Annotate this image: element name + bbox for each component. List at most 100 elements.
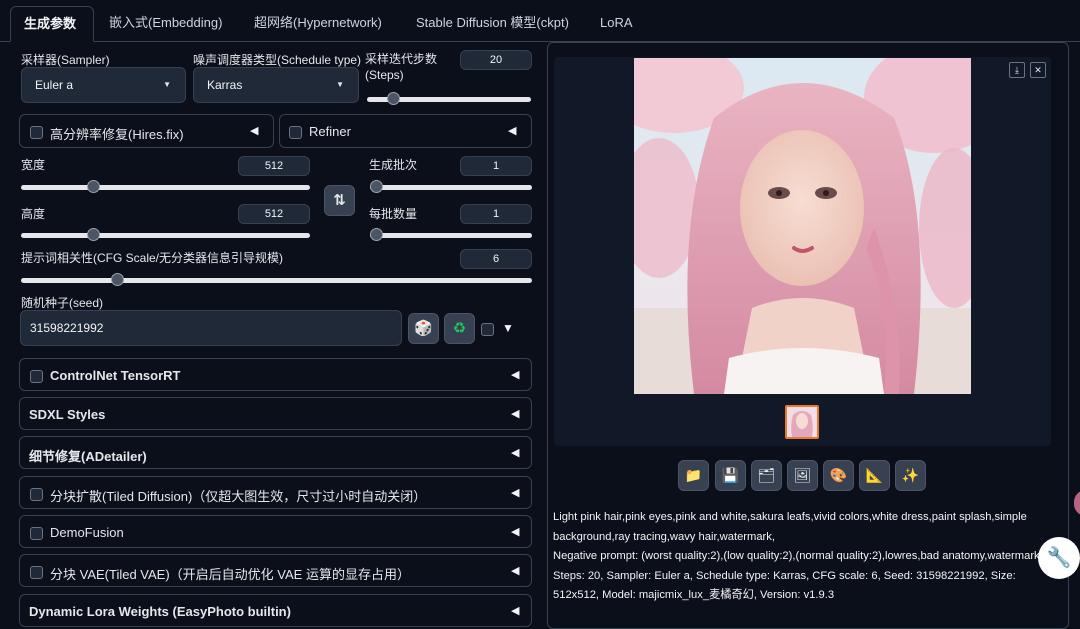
accordion-checkbox[interactable] bbox=[30, 370, 43, 383]
close-icon[interactable]: ✕ bbox=[1030, 62, 1046, 78]
batch-size-label: 每批数量 bbox=[369, 207, 418, 221]
save-icon: 💾 bbox=[721, 467, 740, 483]
accordion-demofusion[interactable]: DemoFusion ◀ bbox=[19, 515, 532, 548]
height-slider[interactable] bbox=[21, 228, 310, 242]
gallery: ⤓ ✕ bbox=[554, 57, 1051, 446]
tab-bar: 生成参数 嵌入式(Embedding) 超网络(Hypernetwork) St… bbox=[0, 0, 1080, 42]
refiner-label: Refiner bbox=[309, 124, 351, 139]
save-button[interactable]: 💾 bbox=[715, 460, 746, 491]
side-handle[interactable] bbox=[1074, 490, 1080, 516]
batch-count-label: 生成批次 bbox=[369, 158, 418, 172]
thumbnail-image bbox=[787, 407, 817, 437]
hires-fix-accordion[interactable]: 高分辨率修复(Hires.fix) ◀ bbox=[19, 114, 274, 148]
slider-thumb[interactable] bbox=[87, 228, 101, 241]
accordion-tiled-diffusion[interactable]: 分块扩散(Tiled Diffusion)（仅超大图生效，尺寸过小时自动关闭） … bbox=[19, 476, 532, 509]
slider-track bbox=[21, 185, 310, 190]
seed-label: 随机种子(seed) bbox=[21, 296, 104, 310]
accordion-sdxl-styles[interactable]: SDXL Styles ◀ bbox=[19, 397, 532, 430]
upscale-button[interactable]: ✨ bbox=[895, 460, 926, 491]
slider-thumb[interactable] bbox=[87, 180, 101, 193]
settings-fab[interactable]: 🔧 bbox=[1038, 537, 1080, 579]
width-slider[interactable] bbox=[21, 180, 310, 194]
extra-seed-checkbox[interactable] bbox=[481, 323, 494, 336]
image-icon: 🖼 bbox=[793, 467, 812, 483]
accordion-label: DemoFusion bbox=[50, 525, 124, 540]
tab-hypernetwork[interactable]: 超网络(Hypernetwork) bbox=[254, 6, 382, 42]
generation-info: Light pink hair,pink eyes,pink and white… bbox=[553, 508, 1053, 606]
tab-generation-params[interactable]: 生成参数 bbox=[10, 6, 94, 42]
accordion-tiled-vae[interactable]: 分块 VAE(Tiled VAE)（开启后自动优化 VAE 运算的显存占用） ◀ bbox=[19, 554, 532, 587]
height-input[interactable]: 512 bbox=[238, 204, 310, 224]
schedule-select[interactable]: Karras ▼ bbox=[193, 67, 359, 103]
zip-button[interactable]: 🗂 bbox=[751, 460, 782, 491]
wrench-icon: 🔧 bbox=[1046, 547, 1072, 569]
refiner-checkbox[interactable] bbox=[289, 126, 302, 139]
slider-thumb[interactable] bbox=[370, 180, 383, 193]
batch-size-input[interactable]: 1 bbox=[460, 204, 532, 224]
accordion-checkbox[interactable] bbox=[30, 527, 43, 540]
tab-lora[interactable]: LoRA bbox=[600, 6, 633, 42]
sampler-select[interactable]: Euler a ▼ bbox=[21, 67, 186, 103]
sampler-value: Euler a bbox=[35, 78, 74, 92]
slider-thumb[interactable] bbox=[386, 92, 400, 105]
slider-thumb[interactable] bbox=[370, 228, 383, 241]
dice-icon: 🎲 bbox=[414, 320, 433, 337]
slider-track bbox=[370, 233, 532, 238]
accordion-checkbox[interactable] bbox=[30, 566, 43, 579]
tab-embedding[interactable]: 嵌入式(Embedding) bbox=[109, 6, 222, 42]
steps-input[interactable]: 20 bbox=[460, 50, 532, 70]
swap-dimensions-button[interactable]: ⇅ bbox=[324, 185, 355, 216]
ruler-icon: 📐 bbox=[865, 467, 884, 483]
reuse-seed-button[interactable]: ♻ bbox=[444, 313, 475, 344]
send-to-inpaint-button[interactable]: 🎨 bbox=[823, 460, 854, 491]
cfg-slider[interactable] bbox=[21, 273, 532, 287]
accordion-label: Dynamic Lora Weights (EasyPhoto builtin) bbox=[29, 604, 291, 619]
refiner-accordion[interactable]: Refiner ◀ bbox=[279, 114, 532, 148]
collapse-icon: ◀ bbox=[511, 408, 520, 420]
download-icon[interactable]: ⤓ bbox=[1009, 62, 1025, 78]
steps-slider[interactable] bbox=[367, 92, 531, 106]
sampler-label: 采样器(Sampler) bbox=[21, 53, 110, 67]
accordion-label: 分块 VAE(Tiled VAE)（开启后自动优化 VAE 运算的显存占用） bbox=[50, 567, 410, 582]
open-folder-button[interactable]: 📁 bbox=[678, 460, 709, 491]
palette-icon: 🎨 bbox=[829, 467, 848, 483]
accordion-checkbox[interactable] bbox=[30, 488, 43, 501]
batch-count-slider[interactable] bbox=[370, 180, 532, 194]
output-panel: ⤓ ✕ 📁 💾 🗂 🖼 🎨 📐 ✨ Light pink hair,pink e… bbox=[547, 42, 1069, 629]
hires-fix-checkbox[interactable] bbox=[30, 126, 43, 139]
random-seed-button[interactable]: 🎲 bbox=[408, 313, 439, 344]
send-to-extras-button[interactable]: 📐 bbox=[859, 460, 890, 491]
batch-size-slider[interactable] bbox=[370, 228, 532, 242]
accordion-adetailer[interactable]: 细节修复(ADetailer) ◀ bbox=[19, 436, 532, 469]
generated-image[interactable] bbox=[634, 58, 971, 394]
steps-label: 采样迭代步数 bbox=[365, 52, 438, 66]
slider-track bbox=[370, 185, 532, 190]
accordion-controlnet-tensorrt[interactable]: ControlNet TensorRT ◀ bbox=[19, 358, 532, 391]
schedule-label: 噪声调度器类型(Schedule type) bbox=[193, 53, 362, 67]
collapse-icon: ◀ bbox=[511, 487, 520, 499]
slider-thumb[interactable] bbox=[110, 273, 124, 286]
swap-icon: ⇅ bbox=[333, 192, 346, 209]
schedule-value: Karras bbox=[207, 78, 243, 92]
zip-icon: 🗂 bbox=[757, 467, 776, 483]
collapse-icon: ◀ bbox=[511, 447, 520, 459]
steps-label-sub: (Steps) bbox=[365, 68, 404, 82]
width-input[interactable]: 512 bbox=[238, 156, 310, 176]
settings-panel: 采样器(Sampler) Euler a ▼ 噪声调度器类型(Schedule … bbox=[12, 42, 540, 629]
cfg-input[interactable]: 6 bbox=[460, 249, 532, 269]
chevron-down-icon: ▼ bbox=[163, 80, 171, 89]
extra-seed-toggle-icon[interactable]: ▼ bbox=[502, 321, 514, 335]
accordion-label: SDXL Styles bbox=[29, 407, 106, 422]
recycle-icon: ♻ bbox=[452, 320, 467, 337]
gallery-thumbnail[interactable] bbox=[785, 405, 819, 439]
prompt-text: Light pink hair,pink eyes,pink and white… bbox=[553, 511, 1027, 543]
parameters-text: Steps: 20, Sampler: Euler a, Schedule ty… bbox=[553, 569, 1016, 602]
folder-icon: 📁 bbox=[684, 467, 703, 483]
collapse-icon: ◀ bbox=[511, 526, 520, 538]
tab-checkpoint[interactable]: Stable Diffusion 模型(ckpt) bbox=[416, 6, 569, 42]
send-to-img2img-button[interactable]: 🖼 bbox=[787, 460, 818, 491]
accordion-dynamic-lora-weights[interactable]: Dynamic Lora Weights (EasyPhoto builtin)… bbox=[19, 594, 532, 627]
seed-input[interactable]: 31598221992 bbox=[20, 310, 402, 346]
batch-count-input[interactable]: 1 bbox=[460, 156, 532, 176]
chevron-down-icon: ▼ bbox=[336, 80, 344, 89]
